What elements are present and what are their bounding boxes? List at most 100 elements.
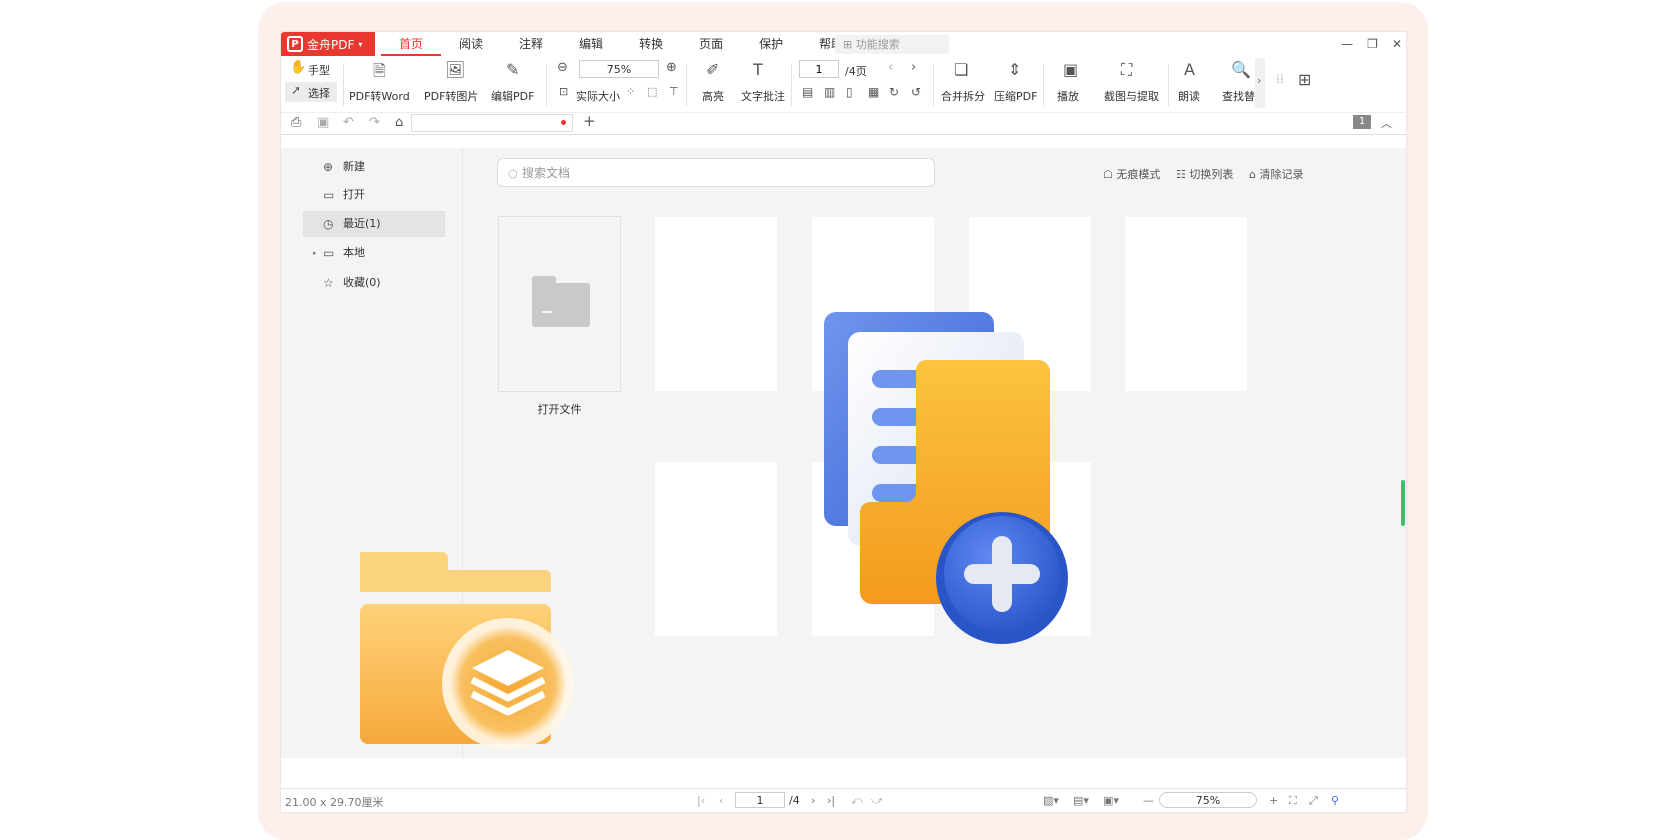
- select-tool-button[interactable]: 选择: [308, 85, 330, 101]
- highlight-button[interactable]: 高亮: [702, 88, 724, 104]
- image-doc-icon: 🖼: [445, 60, 466, 79]
- merge-split-button[interactable]: 合并拆分: [941, 88, 985, 104]
- restore-icon[interactable]: ❐: [1367, 37, 1378, 51]
- undo-icon[interactable]: ↶: [343, 115, 354, 130]
- open-file-card[interactable]: [498, 216, 621, 392]
- tab-edit[interactable]: 编辑: [561, 32, 621, 56]
- home-icon[interactable]: ⌂: [395, 115, 403, 130]
- status-zoom-in-icon[interactable]: +: [1269, 794, 1278, 807]
- forward-icon[interactable]: ⤻: [871, 794, 883, 808]
- ribbon-scroll-button[interactable]: ›: [1255, 58, 1265, 108]
- close-icon[interactable]: ✕: [1392, 37, 1402, 51]
- sidebar-item-new[interactable]: ⊕ 新建: [303, 154, 445, 180]
- zoom-in-icon[interactable]: ⊕: [666, 60, 677, 75]
- read-aloud-button[interactable]: 朗读: [1178, 88, 1200, 104]
- fit-page-icon[interactable]: ⁘: [626, 85, 635, 98]
- new-file-icon: ⊕: [323, 160, 334, 174]
- annotation-view-icon[interactable]: ▨▾: [1043, 794, 1059, 807]
- cursor-icon: ➚: [291, 83, 302, 97]
- page-size-readout: 21.00 x 29.70厘米: [285, 796, 384, 809]
- expand-arrow-icon[interactable]: ▸: [313, 240, 317, 266]
- scroll-view-icon[interactable]: ▦: [868, 85, 879, 99]
- single-page-icon[interactable]: ▤: [802, 85, 813, 99]
- incognito-mode-button[interactable]: ☖ 无痕模式: [1103, 166, 1160, 182]
- tab-convert[interactable]: 转换: [621, 32, 681, 56]
- zoom-out-icon[interactable]: ⊖: [557, 60, 568, 75]
- actual-size-button[interactable]: 实际大小: [576, 88, 620, 104]
- document-tab[interactable]: [411, 114, 573, 132]
- next-page-icon[interactable]: ›: [811, 794, 815, 807]
- scrollbar-thumb[interactable]: [1401, 480, 1405, 526]
- highlighter-icon: ✐: [706, 60, 720, 79]
- hand-tool-button[interactable]: 手型: [308, 62, 330, 78]
- status-zoom-out-icon[interactable]: —: [1143, 794, 1154, 807]
- action-label: 清除记录: [1259, 168, 1304, 181]
- book-view-icon[interactable]: ▯: [846, 85, 853, 99]
- apps-icon[interactable]: ⊞: [1298, 70, 1311, 89]
- sidebar-item-local[interactable]: ▸ ▭ 本地: [303, 240, 445, 266]
- prev-page-icon[interactable]: ‹: [888, 60, 893, 75]
- feature-search-input[interactable]: ⊞ 功能搜索: [835, 35, 949, 54]
- document-thumbnail[interactable]: [1125, 217, 1247, 391]
- folder-layers-illustration: [360, 552, 574, 750]
- fit-text-icon[interactable]: ⊤: [669, 85, 679, 98]
- first-page-icon[interactable]: |‹: [697, 794, 705, 807]
- pdf-to-image-button[interactable]: PDF转图片: [424, 88, 478, 104]
- tab-read[interactable]: 阅读: [441, 32, 501, 56]
- fullscreen-icon[interactable]: ⛶: [1289, 794, 1297, 808]
- rotate-left-icon[interactable]: ↺: [911, 85, 921, 99]
- status-zoom-select[interactable]: 75%: [1159, 792, 1257, 808]
- search-icon: ○: [508, 167, 518, 180]
- fit-mode-icon[interactable]: ▣▾: [1103, 794, 1119, 807]
- toggle-list-button[interactable]: ☷ 切换列表: [1176, 166, 1233, 182]
- tab-protect[interactable]: 保护: [741, 32, 801, 56]
- actual-size-icon: ⊡: [559, 85, 569, 98]
- play-icon: ▣: [1063, 60, 1079, 79]
- computer-icon: ▭: [323, 246, 335, 260]
- collapse-ribbon-icon[interactable]: ︿: [1381, 115, 1392, 131]
- status-zoom-value: 75%: [1195, 794, 1221, 807]
- document-thumbnail[interactable]: [655, 217, 777, 391]
- add-tab-icon[interactable]: +: [583, 112, 596, 130]
- find-replace-button[interactable]: 查找替: [1222, 88, 1255, 104]
- clear-history-button[interactable]: ⌂ 清除记录: [1249, 166, 1303, 182]
- tab-page[interactable]: 页面: [681, 32, 741, 56]
- two-page-icon[interactable]: ▥: [824, 85, 835, 99]
- compress-icon: ⇕: [1008, 60, 1022, 79]
- page-layout-icon[interactable]: ▤▾: [1073, 794, 1089, 807]
- sidebar-item-recent[interactable]: ◷ 最近(1): [303, 211, 445, 237]
- save-icon[interactable]: ▣: [317, 115, 329, 130]
- tab-annotate[interactable]: 注释: [501, 32, 561, 56]
- edit-pdf-button[interactable]: 编辑PDF: [491, 88, 534, 104]
- scrollbar[interactable]: [1399, 148, 1406, 758]
- document-search-input[interactable]: ○ 搜索文档: [497, 158, 935, 187]
- print-icon[interactable]: ⎙: [291, 115, 301, 130]
- back-icon[interactable]: ⤺: [851, 794, 863, 808]
- text-annotation-button[interactable]: 文字批注: [741, 88, 785, 104]
- minimize-icon[interactable]: —: [1341, 37, 1353, 51]
- compress-pdf-button[interactable]: 压缩PDF: [994, 88, 1037, 104]
- redo-icon[interactable]: ↷: [369, 115, 380, 130]
- brand-menu-button[interactable]: P 金舟PDF ▾: [281, 32, 375, 56]
- pdf-to-word-button[interactable]: PDF转Word: [349, 88, 410, 104]
- sidebar-item-open[interactable]: ▭ 打开: [303, 182, 445, 208]
- find-replace-icon: 🔍: [1231, 60, 1251, 79]
- fit-window-icon[interactable]: ⤢: [1309, 794, 1318, 808]
- zoom-select[interactable]: 75%: [579, 60, 659, 78]
- fit-width-icon[interactable]: ⬚: [647, 85, 657, 98]
- play-button[interactable]: 播放: [1057, 88, 1079, 104]
- pin-icon[interactable]: ⚲: [1331, 794, 1339, 807]
- divider: [686, 64, 687, 106]
- status-page-input[interactable]: 1: [735, 792, 785, 808]
- last-page-icon[interactable]: ›|: [827, 794, 835, 807]
- drag-handle-icon[interactable]: ⁞⁞: [1276, 72, 1284, 86]
- tab-home[interactable]: 首页: [381, 32, 442, 56]
- rotate-right-icon[interactable]: ↻: [889, 85, 899, 99]
- document-thumbnail[interactable]: [655, 462, 777, 636]
- page-number-input[interactable]: 1: [799, 60, 839, 78]
- window-controls: — ❐ ✕: [1341, 32, 1402, 56]
- screenshot-extract-button[interactable]: 截图与提取: [1104, 88, 1159, 104]
- sidebar-item-favorites[interactable]: ☆ 收藏(0): [303, 270, 445, 296]
- next-page-icon[interactable]: ›: [911, 60, 916, 75]
- prev-page-icon[interactable]: ‹: [719, 794, 723, 807]
